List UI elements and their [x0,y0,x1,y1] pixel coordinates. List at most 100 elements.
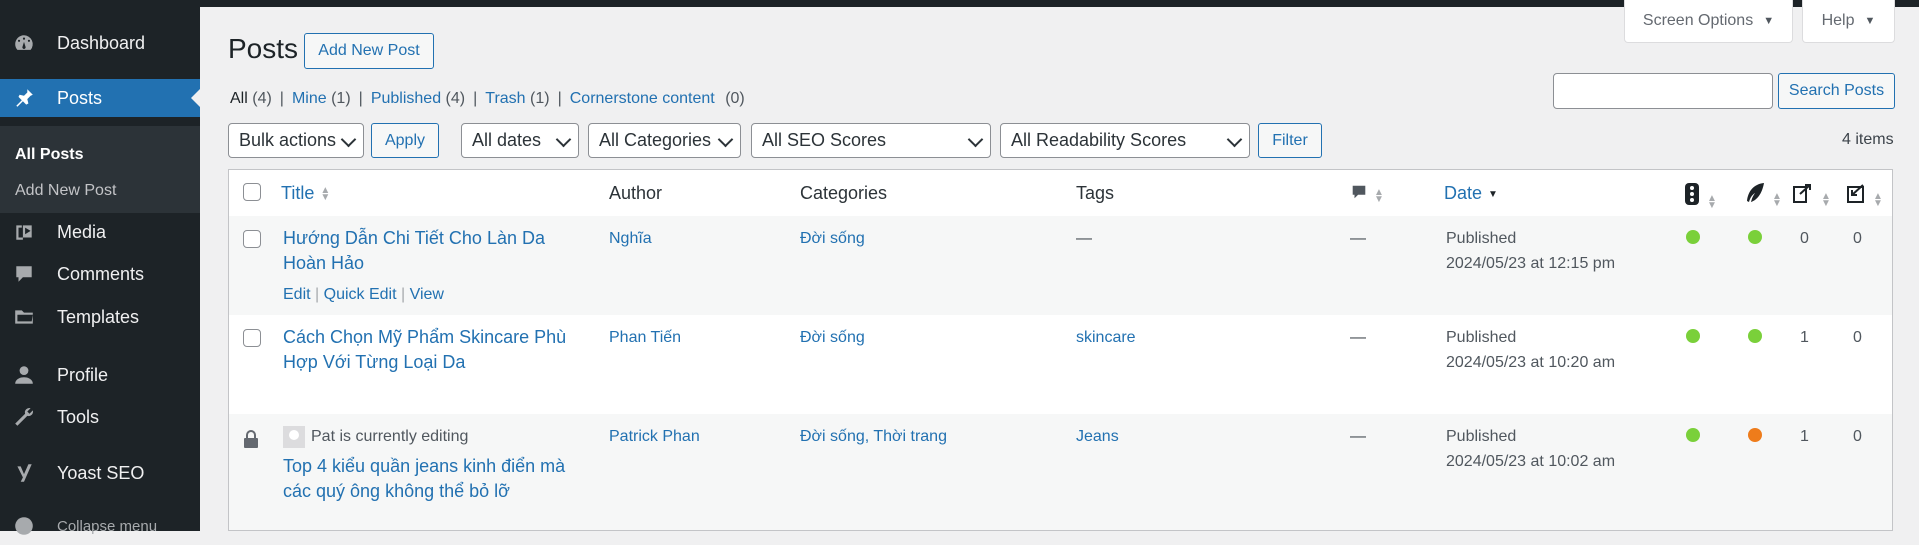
date-cell: Published 2024/05/23 at 10:20 am [1446,325,1615,375]
quick-edit-link[interactable]: Quick Edit [324,286,397,303]
category-link[interactable]: Đời sống [800,230,865,248]
category-filter-select[interactable]: All Categories [588,123,741,158]
locked-notice: Pat is currently editing [283,426,468,448]
view-count: (4) [445,90,466,107]
column-seo-score-header[interactable]: ▲ ▼ [1683,182,1717,211]
author-link[interactable]: Nghĩa [609,230,652,248]
separator: | [557,90,562,107]
readability-feather-icon [1747,183,1764,202]
search-input[interactable] [1553,73,1773,109]
tags-value: — [1076,230,1092,247]
sidebar-item-profile[interactable]: Profile [0,356,200,394]
pin-icon [12,86,36,110]
sort-icon: ▲ ▼ [1772,190,1782,209]
post-title-link[interactable]: Hướng Dẫn Chi Tiết Cho Làn Da Hoàn Hảo [283,226,573,276]
sort-icon: ▲ ▼ [1707,192,1717,211]
column-title-header[interactable]: Title ▲ ▼ [281,183,330,204]
post-status: Published [1446,428,1517,445]
search-posts-button[interactable]: Search Posts [1778,73,1895,109]
screen-options-label: Screen Options [1642,12,1754,29]
sidebar-item-comments[interactable]: Comments [0,255,200,293]
incoming-links-count: 0 [1853,329,1862,346]
help-button[interactable]: Help ▼ [1802,0,1895,43]
sidebar-item-templates[interactable]: Templates [0,298,200,336]
view-count: (4) [252,90,272,107]
sort-desc-icon: ▼ [1488,188,1498,200]
view-published[interactable]: Published (4) [371,90,465,107]
dashboard-icon [12,31,36,55]
view-label: Published [370,90,442,107]
post-date: 2024/05/23 at 12:15 pm [1446,255,1616,272]
seo-score-dot [1686,428,1700,442]
wrench-icon [12,405,36,429]
seo-score-dot [1686,230,1700,244]
separator: | [358,90,363,107]
table-header: Title ▲ ▼ Author Categories Tags ▲ ▼ Date ▼ … [229,170,1892,217]
edit-link[interactable]: Edit [283,286,311,303]
sidebar-item-yoast-seo[interactable]: Yoast SEO [0,454,200,492]
sort-icon: ▲ ▼ [1374,187,1384,206]
post-title-link[interactable]: Cách Chọn Mỹ Phẩm Skincare Phù Hợp Với T… [283,325,573,375]
view-trash[interactable]: Trash (1) [485,90,549,107]
date-filter-select[interactable]: All dates [461,123,579,158]
column-readability-header[interactable]: ▲ ▼ [1744,182,1782,209]
page-title: Posts [228,33,299,64]
sidebar-item-label: Dashboard [57,32,146,53]
lock-icon [243,430,259,453]
tag-link[interactable]: Jeans [1076,428,1119,446]
seo-score-filter-select[interactable]: All SEO Scores [751,123,991,158]
post-status-views: All (4) | Mine (1) | Published (4) | Trash (1)… [230,90,745,108]
sidebar-item-tools[interactable]: Tools [0,398,200,436]
column-comments-header[interactable]: ▲ ▼ [1350,183,1384,206]
sidebar-item-media[interactable]: Media [0,213,200,251]
sidebar-collapse-menu[interactable]: Collapse menu [0,507,200,545]
filter-button[interactable]: Filter [1258,123,1322,158]
view-cornerstone[interactable]: Cornerstone content (0) [570,90,745,107]
sidebar-item-dashboard[interactable]: Dashboard [0,24,200,62]
readability-score-dot [1748,329,1762,343]
select-all-checkbox[interactable] [243,183,261,201]
view-all[interactable]: All (4) [230,90,272,107]
post-date: 2024/05/23 at 10:02 am [1446,453,1616,470]
screen-options-button[interactable]: Screen Options ▼ [1624,0,1793,43]
seo-score-icon [1685,183,1699,205]
column-date-header[interactable]: Date ▼ [1444,183,1498,204]
readability-filter-select[interactable]: All Readability Scores [1000,123,1250,158]
date-cell: Published 2024/05/23 at 12:15 pm [1446,226,1615,276]
submenu-add-new-post[interactable]: Add New Post [15,182,116,200]
post-title-link[interactable]: Top 4 kiểu quần jeans kinh điển mà các q… [283,454,583,504]
row-checkbox[interactable] [243,329,261,347]
column-incoming-links-header[interactable]: ▲ ▼ [1843,182,1883,209]
bulk-actions-select[interactable]: Bulk actions [228,123,364,158]
submenu-all-posts[interactable]: All Posts [15,146,83,164]
view-label: All [230,90,248,107]
post-status: Published [1446,329,1517,346]
locked-text: Pat is currently editing [311,428,469,446]
user-icon [12,363,36,387]
collapse-icon [12,514,36,538]
view-mine[interactable]: Mine (1) [292,90,351,107]
view-count: (1) [331,90,351,107]
column-categories-header: Categories [800,183,888,203]
row-actions: Edit | Quick Edit | View [283,286,444,303]
column-outgoing-links-header[interactable]: ▲ ▼ [1791,182,1831,209]
apply-button[interactable]: Apply [371,123,439,158]
row-checkbox[interactable] [243,230,261,248]
author-link[interactable]: Patrick Phan [609,428,700,446]
separator: | [473,90,478,107]
outgoing-links-icon [1793,184,1811,203]
view-link[interactable]: View [410,286,444,303]
incoming-links-count: 0 [1853,230,1862,247]
outgoing-links-count: 1 [1800,428,1809,445]
select-value: All Readability Scores [1011,130,1187,150]
category-link[interactable]: Đời sống, Thời trang [800,428,947,446]
incoming-links-icon [1847,184,1864,203]
sort-icon: ▲ ▼ [320,185,331,204]
add-new-post-button[interactable]: Add New Post [304,33,434,69]
comments-value: — [1350,428,1366,445]
tag-link[interactable]: skincare [1076,329,1136,347]
readability-score-dot [1748,428,1762,442]
sidebar-item-posts[interactable]: Posts [0,79,200,117]
author-link[interactable]: Phan Tiến [609,329,681,347]
category-link[interactable]: Đời sống [800,329,865,347]
